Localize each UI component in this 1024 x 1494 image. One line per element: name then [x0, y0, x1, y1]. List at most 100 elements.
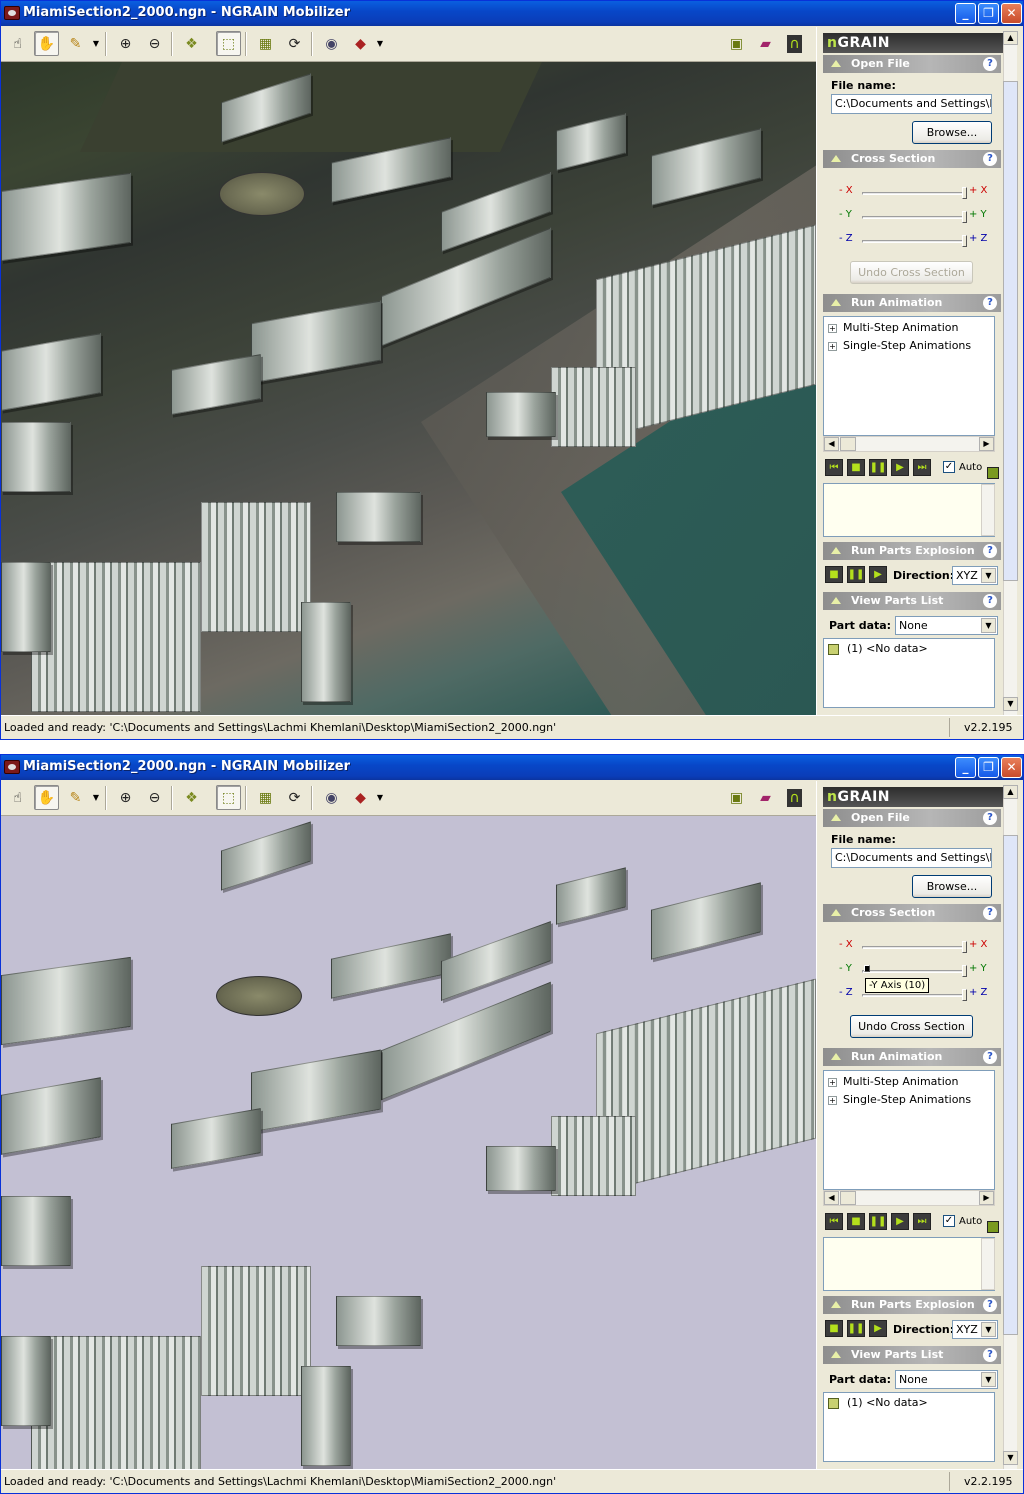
resize-grip-icon[interactable] [987, 1221, 999, 1233]
close-button[interactable]: ✕ [1001, 3, 1022, 24]
collapse-arrow-icon[interactable] [831, 60, 841, 67]
open-file-header[interactable]: Open File? [823, 809, 1001, 827]
collapse-arrow-icon[interactable] [831, 1351, 841, 1358]
z-slider-max-thumb[interactable] [962, 989, 967, 1001]
collapse-arrow-icon[interactable] [831, 909, 841, 916]
ngrain-logo-icon[interactable]: ∩ [782, 785, 807, 810]
parts-explosion-header[interactable]: Run Parts Explosion? [823, 1296, 1001, 1314]
undo-cross-section-button[interactable]: Undo Cross Section [850, 1015, 973, 1038]
chevron-down-icon[interactable]: ▼ [91, 31, 101, 56]
scroll-thumb[interactable] [840, 1191, 856, 1205]
rotate-reset-icon[interactable]: ⟳ [282, 785, 307, 810]
y-slider-max-thumb[interactable] [962, 211, 967, 223]
chevron-down-icon[interactable]: ▼ [375, 31, 385, 56]
parts-explosion-header[interactable]: Run Parts Explosion? [823, 542, 1001, 560]
help-icon[interactable]: ? [983, 594, 997, 608]
y-slider-track[interactable] [862, 970, 964, 973]
skip-end-icon[interactable]: ⏭ [913, 459, 931, 476]
parts-select-icon[interactable]: ❖ [179, 31, 204, 56]
chevron-down-icon[interactable]: ▼ [375, 785, 385, 810]
skip-start-icon[interactable]: ⏮ [825, 459, 843, 476]
pause-icon[interactable]: ❚❚ [847, 1320, 865, 1337]
direction-select[interactable]: XYZ ▼ [952, 566, 998, 585]
help-icon[interactable]: ? [983, 906, 997, 920]
tree-item-multi-step[interactable]: + Multi-Step Animation [828, 321, 958, 334]
3d-viewport[interactable] [1, 62, 816, 715]
file-name-field[interactable]: C:\Documents and Settings\L [831, 94, 992, 114]
collapse-arrow-icon[interactable] [831, 597, 841, 604]
stop-icon[interactable]: ■ [847, 1213, 865, 1230]
play-icon[interactable]: ▶ [869, 1320, 887, 1337]
z-slider-max-thumb[interactable] [962, 235, 967, 247]
resize-grip-icon[interactable] [987, 467, 999, 479]
manual-book-icon[interactable]: ▰ [753, 31, 778, 56]
expand-plus-icon[interactable]: + [828, 1077, 837, 1087]
app-icon[interactable] [4, 6, 20, 20]
horizontal-scrollbar[interactable]: ◀ ▶ [823, 1190, 995, 1206]
stop-icon[interactable]: ■ [825, 566, 843, 583]
scroll-thumb[interactable] [840, 437, 856, 451]
pan-hand-icon[interactable]: ✋ [34, 31, 59, 56]
minimize-button[interactable]: _ [955, 757, 976, 778]
zoom-out-icon[interactable]: ⊖ [142, 785, 167, 810]
run-animation-header[interactable]: Run Animation? [823, 294, 1001, 312]
tree-item-single-step[interactable]: + Single-Step Animations [828, 339, 971, 352]
help-icon[interactable]: ? [983, 152, 997, 166]
scroll-up-icon[interactable]: ▲ [1003, 785, 1018, 799]
help-icon[interactable]: ? [983, 1050, 997, 1064]
vertical-scrollbar[interactable] [981, 484, 995, 536]
skip-start-icon[interactable]: ⏮ [825, 1213, 843, 1230]
cross-section-header[interactable]: Cross Section? [823, 150, 1001, 168]
cursor-box-icon[interactable]: ⬚ [216, 31, 241, 56]
panel-scrollbar[interactable]: ▲ ▼ [1003, 31, 1018, 715]
horizontal-scrollbar[interactable]: ◀ ▶ [823, 436, 995, 452]
render-mode-icon[interactable]: ◉ [319, 785, 344, 810]
browse-button[interactable]: Browse... [912, 121, 992, 144]
collapse-arrow-icon[interactable] [831, 814, 841, 821]
undo-cross-section-button[interactable]: Undo Cross Section [850, 261, 973, 284]
zoom-in-icon[interactable]: ⊕ [113, 31, 138, 56]
help-icon[interactable]: ? [983, 544, 997, 558]
select-pointer-icon[interactable]: ☝ [5, 31, 30, 56]
zoom-in-icon[interactable]: ⊕ [113, 785, 138, 810]
scroll-left-icon[interactable]: ◀ [824, 1191, 839, 1205]
rotate-reset-icon[interactable]: ⟳ [282, 31, 307, 56]
explode-parts-icon[interactable]: ▦ [253, 31, 278, 56]
collapse-arrow-icon[interactable] [831, 155, 841, 162]
box-view-icon[interactable]: ◆ [348, 31, 373, 56]
stop-icon[interactable]: ■ [825, 1320, 843, 1337]
help-icon[interactable]: ? [983, 1298, 997, 1312]
scroll-down-icon[interactable]: ▼ [1003, 697, 1018, 711]
scroll-thumb[interactable] [1003, 81, 1018, 581]
collapse-arrow-icon[interactable] [831, 1053, 841, 1060]
close-button[interactable]: ✕ [1001, 757, 1022, 778]
expand-plus-icon[interactable]: + [828, 341, 837, 351]
vertical-scrollbar[interactable] [981, 1238, 995, 1290]
markup-pen-icon[interactable]: ✎ [63, 31, 88, 56]
y-slider-track[interactable] [862, 216, 964, 219]
parts-select-icon[interactable]: ❖ [179, 785, 204, 810]
z-slider-track[interactable] [862, 994, 964, 997]
pause-icon[interactable]: ❚❚ [869, 459, 887, 476]
app-icon[interactable] [4, 760, 20, 774]
y-slider-max-thumb[interactable] [962, 965, 967, 977]
zoom-out-icon[interactable]: ⊖ [142, 31, 167, 56]
scroll-thumb[interactable] [1003, 835, 1018, 1335]
parts-list-item[interactable]: (1) <No data> [828, 1396, 928, 1409]
x-slider-track[interactable] [862, 192, 964, 195]
x-slider-track[interactable] [862, 946, 964, 949]
collapse-arrow-icon[interactable] [831, 547, 841, 554]
chevron-down-icon[interactable]: ▼ [981, 1322, 996, 1337]
tree-item-single-step[interactable]: + Single-Step Animations [828, 1093, 971, 1106]
part-data-select[interactable]: None ▼ [895, 616, 998, 635]
skip-end-icon[interactable]: ⏭ [913, 1213, 931, 1230]
z-slider-track[interactable] [862, 240, 964, 243]
direction-select[interactable]: XYZ ▼ [952, 1320, 998, 1339]
library-icon[interactable]: ▣ [724, 785, 749, 810]
panel-scrollbar[interactable]: ▲ ▼ [1003, 785, 1018, 1469]
file-name-field[interactable]: C:\Documents and Settings\L [831, 848, 992, 868]
cross-section-header[interactable]: Cross Section? [823, 904, 1001, 922]
ngrain-logo-icon[interactable]: ∩ [782, 31, 807, 56]
parts-list-item[interactable]: (1) <No data> [828, 642, 928, 655]
expand-plus-icon[interactable]: + [828, 1095, 837, 1105]
